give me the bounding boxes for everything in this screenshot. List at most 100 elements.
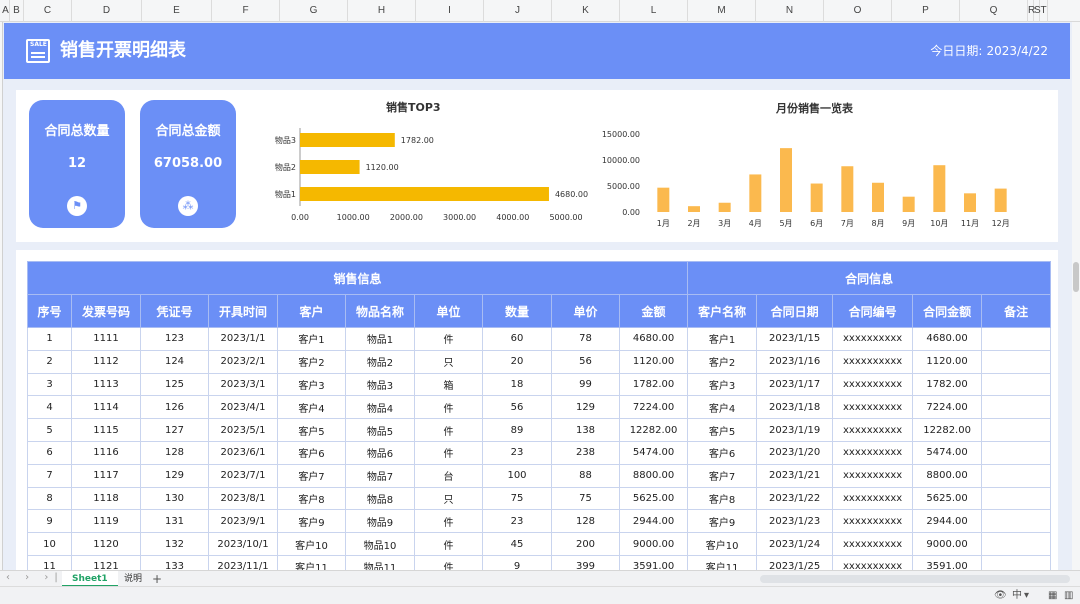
table-cell[interactable]: 125	[140, 372, 209, 397]
table-cell[interactable]: 2944.00	[912, 509, 983, 534]
table-cell[interactable]: 3591.00	[618, 554, 689, 570]
table-cell[interactable]: 128	[140, 440, 209, 465]
table-cell[interactable]: 物品5	[345, 418, 415, 442]
table-cell[interactable]: 件	[414, 440, 483, 465]
table-cell[interactable]: 9000.00	[912, 532, 983, 556]
column-header-o[interactable]: O	[824, 0, 892, 22]
table-cell[interactable]: 133	[140, 554, 209, 570]
table-cell[interactable]: 399	[551, 554, 620, 570]
table-cell[interactable]: 客户4	[687, 395, 758, 420]
table-cell[interactable]: 客户8	[277, 486, 346, 511]
table-cell[interactable]: 1120	[71, 532, 141, 556]
table-cell[interactable]: 10	[27, 532, 72, 556]
table-cell[interactable]: 9	[27, 509, 72, 534]
column-header-f[interactable]: F	[212, 0, 280, 22]
table-cell[interactable]: 2023/6/1	[208, 440, 278, 465]
table-cell[interactable]: 78	[551, 327, 620, 351]
sheet-tab-notes[interactable]: 说明	[114, 571, 152, 587]
column-header-m[interactable]: M	[688, 0, 756, 22]
table-cell[interactable]: 客户10	[277, 532, 346, 556]
table-cell[interactable]: 2023/1/21	[756, 463, 834, 488]
table-cell[interactable]: 物品9	[345, 509, 415, 534]
table-cell[interactable]: 物品2	[345, 349, 415, 374]
column-header-p[interactable]: P	[892, 0, 960, 22]
column-header-g[interactable]: G	[280, 0, 348, 22]
table-cell[interactable]: 物品8	[345, 486, 415, 511]
table-cell[interactable]: 126	[140, 395, 209, 420]
table-cell[interactable]: 物品10	[345, 532, 415, 556]
status-menu-icon[interactable]: ▾	[1024, 589, 1029, 603]
table-cell[interactable]: 1120.00	[618, 349, 689, 374]
table-cell[interactable]: 4	[27, 395, 72, 420]
table-cell[interactable]: 7	[27, 463, 72, 488]
table-cell[interactable]: 2023/8/1	[208, 486, 278, 511]
table-cell[interactable]: 3591.00	[912, 554, 983, 570]
table-cell[interactable]: 238	[551, 440, 620, 465]
chart-top3[interactable]: 销售TOP3 物品3 1782.00 物品2 1120.00 物品1 4680.00 0.0…	[246, 90, 588, 242]
vertical-scrollbar[interactable]	[1072, 22, 1080, 570]
table-cell[interactable]: 客户1	[687, 327, 758, 351]
table-cell[interactable]: 客户3	[687, 372, 758, 397]
table-cell[interactable]: 1116	[71, 440, 141, 465]
table-cell[interactable]: 客户4	[277, 395, 346, 420]
table-cell[interactable]: 9	[482, 554, 552, 570]
table-cell[interactable]: 4680.00	[912, 327, 983, 351]
table-cell[interactable]	[981, 463, 1052, 488]
table-cell[interactable]: 23	[482, 440, 552, 465]
table-cell[interactable]: 132	[140, 532, 209, 556]
table-cell[interactable]: 2023/10/1	[208, 532, 278, 556]
table-cell[interactable]: 8800.00	[618, 463, 689, 488]
table-cell[interactable]: 2023/1/16	[756, 349, 834, 374]
table-cell[interactable]: 75	[551, 486, 620, 511]
table-cell[interactable]: 1	[27, 327, 72, 351]
table-cell[interactable]: 2944.00	[618, 509, 689, 534]
table-cell[interactable]: 2023/1/24	[756, 532, 834, 556]
table-cell[interactable]: xxxxxxxxxx	[832, 532, 914, 556]
add-sheet-button[interactable]: +	[152, 571, 162, 587]
column-header-j[interactable]: J	[484, 0, 552, 22]
column-header-l[interactable]: L	[620, 0, 688, 22]
table-cell[interactable]: 123	[140, 327, 209, 351]
table-cell[interactable]: xxxxxxxxxx	[832, 463, 914, 488]
table-cell[interactable]: 客户6	[277, 440, 346, 465]
table-cell[interactable]: xxxxxxxxxx	[832, 418, 914, 442]
table-cell[interactable]: 件	[414, 554, 483, 570]
table-cell[interactable]: 2023/1/15	[756, 327, 834, 351]
table-cell[interactable]	[981, 349, 1052, 374]
table-cell[interactable]: 2023/1/20	[756, 440, 834, 465]
table-cell[interactable]: 2023/3/1	[208, 372, 278, 397]
table-cell[interactable]: 物品3	[345, 372, 415, 397]
table-cell[interactable]: 客户7	[687, 463, 758, 488]
table-cell[interactable]: xxxxxxxxxx	[832, 509, 914, 534]
table-cell[interactable]: 客户5	[687, 418, 758, 442]
table-cell[interactable]	[981, 418, 1052, 442]
table-cell[interactable]: 客户6	[687, 440, 758, 465]
table-cell[interactable]: 客户11	[687, 554, 758, 570]
table-cell[interactable]: 2023/1/23	[756, 509, 834, 534]
table-cell[interactable]: 5	[27, 418, 72, 442]
table-cell[interactable]: 1112	[71, 349, 141, 374]
table-cell[interactable]: 8	[27, 486, 72, 511]
table-cell[interactable]: 6	[27, 440, 72, 465]
table-cell[interactable]: 131	[140, 509, 209, 534]
table-cell[interactable]: 1111	[71, 327, 141, 351]
table-cell[interactable]: 客户11	[277, 554, 346, 570]
table-cell[interactable]: 1117	[71, 463, 141, 488]
table-cell[interactable]: 56	[482, 395, 552, 420]
table-cell[interactable]: 129	[140, 463, 209, 488]
table-cell[interactable]: 18	[482, 372, 552, 397]
table-cell[interactable]: 3	[27, 372, 72, 397]
table-cell[interactable]: 1121	[71, 554, 141, 570]
table-cell[interactable]: 客户9	[277, 509, 346, 534]
table-cell[interactable]: 1113	[71, 372, 141, 397]
table-cell[interactable]: xxxxxxxxxx	[832, 349, 914, 374]
table-cell[interactable]: 5625.00	[912, 486, 983, 511]
table-cell[interactable]: 2023/5/1	[208, 418, 278, 442]
table-cell[interactable]: xxxxxxxxxx	[832, 486, 914, 511]
table-cell[interactable]: 11	[27, 554, 72, 570]
table-cell[interactable]: 物品6	[345, 440, 415, 465]
table-cell[interactable]: 5625.00	[618, 486, 689, 511]
column-header-a[interactable]: A	[2, 0, 10, 22]
table-cell[interactable]	[981, 327, 1052, 351]
table-cell[interactable]: 130	[140, 486, 209, 511]
